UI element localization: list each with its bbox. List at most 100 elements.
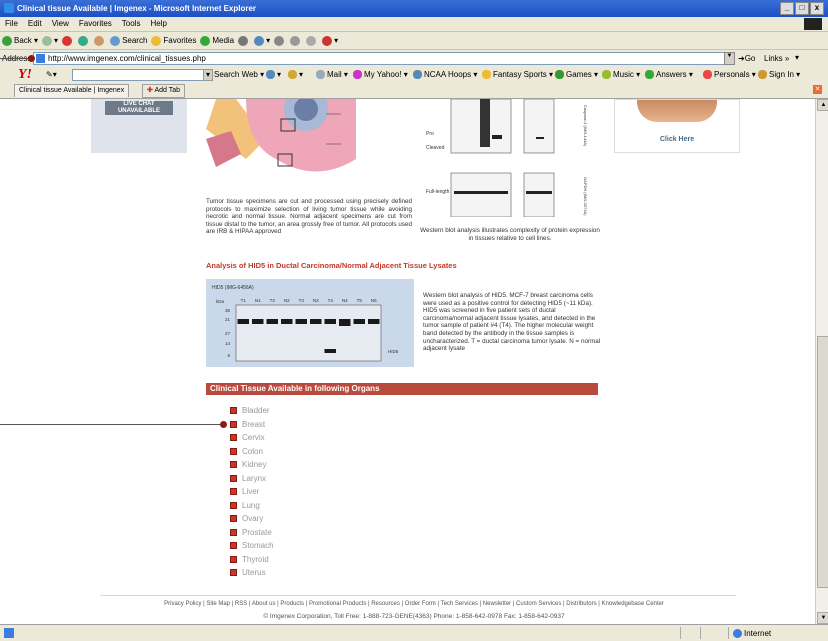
menu-file[interactable]: File xyxy=(0,17,23,28)
organ-item-lung[interactable]: Lung xyxy=(230,499,274,513)
home-icon xyxy=(94,35,105,46)
stop-button[interactable] xyxy=(62,35,74,46)
discuss-button[interactable] xyxy=(306,35,318,46)
live-chat-badge[interactable]: LIVE CHAT UNAVAILABLE xyxy=(105,101,173,115)
bullet-icon xyxy=(230,434,237,442)
live-chat-panel: LIVE CHAT UNAVAILABLE xyxy=(91,99,187,153)
hids-section-title: Analysis of HID5 in Ductal Carcinoma/Nor… xyxy=(206,261,457,270)
address-input[interactable]: http://www.imgenex.com/clinical_tissues.… xyxy=(33,52,725,65)
marker-label: 21 xyxy=(225,317,231,322)
home-button[interactable] xyxy=(94,35,106,46)
messenger-button[interactable]: ▾ xyxy=(322,35,338,46)
organ-item-kidney[interactable]: Kidney xyxy=(230,458,274,472)
yahoo-search-dropdown[interactable]: ▾ xyxy=(203,69,213,81)
organ-item-thyroid[interactable]: Thyroid xyxy=(230,553,274,567)
search-web-button[interactable]: Search Web ▾ xyxy=(214,70,264,79)
blot-band xyxy=(252,319,264,324)
click-here-link[interactable]: Click Here xyxy=(615,136,739,143)
my-yahoo-button[interactable]: My Yahoo! ▾ xyxy=(353,70,408,80)
tissue-caption: Tumor tissue specimens are cut and proce… xyxy=(206,198,412,236)
scroll-up-icon[interactable]: ▲ xyxy=(817,99,828,111)
print-icon xyxy=(274,35,285,46)
personals-button[interactable]: Personals ▾ xyxy=(703,70,756,80)
print-button[interactable] xyxy=(274,35,286,46)
yahoo-mail-button[interactable]: Mail ▾ xyxy=(316,70,348,80)
scroll-down-icon[interactable]: ▼ xyxy=(817,612,828,624)
organ-item-uterus[interactable]: Uterus xyxy=(230,566,274,580)
organ-item-ovary[interactable]: Ovary xyxy=(230,512,274,526)
games-button[interactable]: Games ▾ xyxy=(555,70,598,80)
blot1-band-c xyxy=(536,137,544,139)
page-content: LIVE CHAT UNAVAILABLE Pro Cleaved Full-l… xyxy=(0,99,815,624)
status-separator xyxy=(700,627,701,639)
history-button[interactable] xyxy=(238,35,250,46)
close-tab-icon[interactable]: ✕ xyxy=(813,85,822,94)
menu-favorites[interactable]: Favorites xyxy=(74,17,117,28)
smiley-icon xyxy=(288,70,297,80)
menu-view[interactable]: View xyxy=(47,17,74,28)
menu-help[interactable]: Help xyxy=(145,17,171,28)
blot1-label-pro: Pro xyxy=(426,131,434,137)
organs-header: Clinical Tissue Available in following O… xyxy=(206,383,598,395)
my-yahoo-icon xyxy=(353,70,362,80)
yahoo-logo[interactable]: Y! xyxy=(18,67,32,83)
menu-edit[interactable]: Edit xyxy=(23,17,47,28)
forward-button[interactable]: ▾ xyxy=(42,35,58,46)
highlight-button[interactable]: ▾ xyxy=(266,70,281,80)
address-dropdown[interactable]: ▼ xyxy=(724,52,735,65)
tab-active[interactable]: Clinical tissue Available | Imgenex xyxy=(14,84,130,97)
discuss-icon xyxy=(306,35,317,46)
blot1-band-a xyxy=(480,99,490,147)
organ-item-prostate[interactable]: Prostate xyxy=(230,526,274,540)
back-button[interactable]: Back ▾ xyxy=(2,35,38,46)
menu-tools[interactable]: Tools xyxy=(117,17,146,28)
hid5-band xyxy=(324,349,336,353)
organ-item-cervix[interactable]: Cervix xyxy=(230,431,274,445)
blot-band xyxy=(368,319,380,324)
refresh-button[interactable] xyxy=(78,35,90,46)
organ-item-stomach[interactable]: Stomach xyxy=(230,539,274,553)
callout-line-address xyxy=(0,58,30,59)
blot1-panel-d xyxy=(523,172,555,217)
vertical-scrollbar[interactable]: ▲ ▼ xyxy=(815,99,828,624)
edit-button[interactable] xyxy=(290,35,302,46)
yahoo-search-input[interactable] xyxy=(72,69,204,81)
blot1-band-d xyxy=(454,191,508,194)
media-button[interactable]: Media xyxy=(200,35,234,46)
maximize-button[interactable]: □ xyxy=(795,2,809,15)
add-tab-button[interactable]: ✚ Add Tab xyxy=(142,84,185,98)
favorites-button[interactable]: Favorites xyxy=(151,35,196,46)
organ-item-liver[interactable]: Liver xyxy=(230,485,274,499)
search-button[interactable]: Search xyxy=(110,35,147,46)
mail-button[interactable]: ▾ xyxy=(254,35,270,46)
scroll-thumb[interactable] xyxy=(817,336,828,588)
links-button[interactable]: Links » xyxy=(764,54,789,63)
music-button[interactable]: Music ▾ xyxy=(602,70,640,80)
promo-box[interactable]: Click Here xyxy=(614,99,740,153)
organ-item-larynx[interactable]: Larynx xyxy=(230,472,274,486)
lane-label: T1 xyxy=(241,298,247,303)
minimize-button[interactable]: _ xyxy=(780,2,794,15)
blot-band xyxy=(310,319,322,324)
organ-item-colon[interactable]: Colon xyxy=(230,445,274,459)
pencil-icon[interactable]: ✎▾ xyxy=(46,70,57,79)
go-button[interactable]: ➜Go xyxy=(738,54,755,63)
highlight-icon xyxy=(266,70,275,80)
fantasy-sports-button[interactable]: Fantasy Sports ▾ xyxy=(482,70,553,80)
organ-item-breast[interactable]: Breast xyxy=(230,418,274,432)
organ-item-bladder[interactable]: Bladder xyxy=(230,404,274,418)
ncaa-hoops-button[interactable]: NCAA Hoops ▾ xyxy=(413,70,477,80)
smiley-button[interactable]: ▾ xyxy=(288,70,303,80)
marker-label: 14 xyxy=(225,341,231,346)
trophy-icon xyxy=(482,70,491,80)
answers-button[interactable]: Answers ▾ xyxy=(645,70,693,80)
close-button[interactable]: x xyxy=(810,2,824,15)
footer-links[interactable]: Privacy Policy | Site Map | RSS | About … xyxy=(104,601,724,607)
bullet-icon xyxy=(230,542,237,550)
sign-in-button[interactable]: Sign In ▾ xyxy=(758,70,800,80)
blot2-title: HID5 (IMG-6456A) xyxy=(212,285,254,291)
lane-label: T4 xyxy=(328,298,334,303)
snagit-icon[interactable]: ▾ xyxy=(795,53,799,62)
mail-icon xyxy=(316,70,325,80)
blot1-label-caspase: Caspase-3 (IMG-144A) xyxy=(583,105,588,147)
